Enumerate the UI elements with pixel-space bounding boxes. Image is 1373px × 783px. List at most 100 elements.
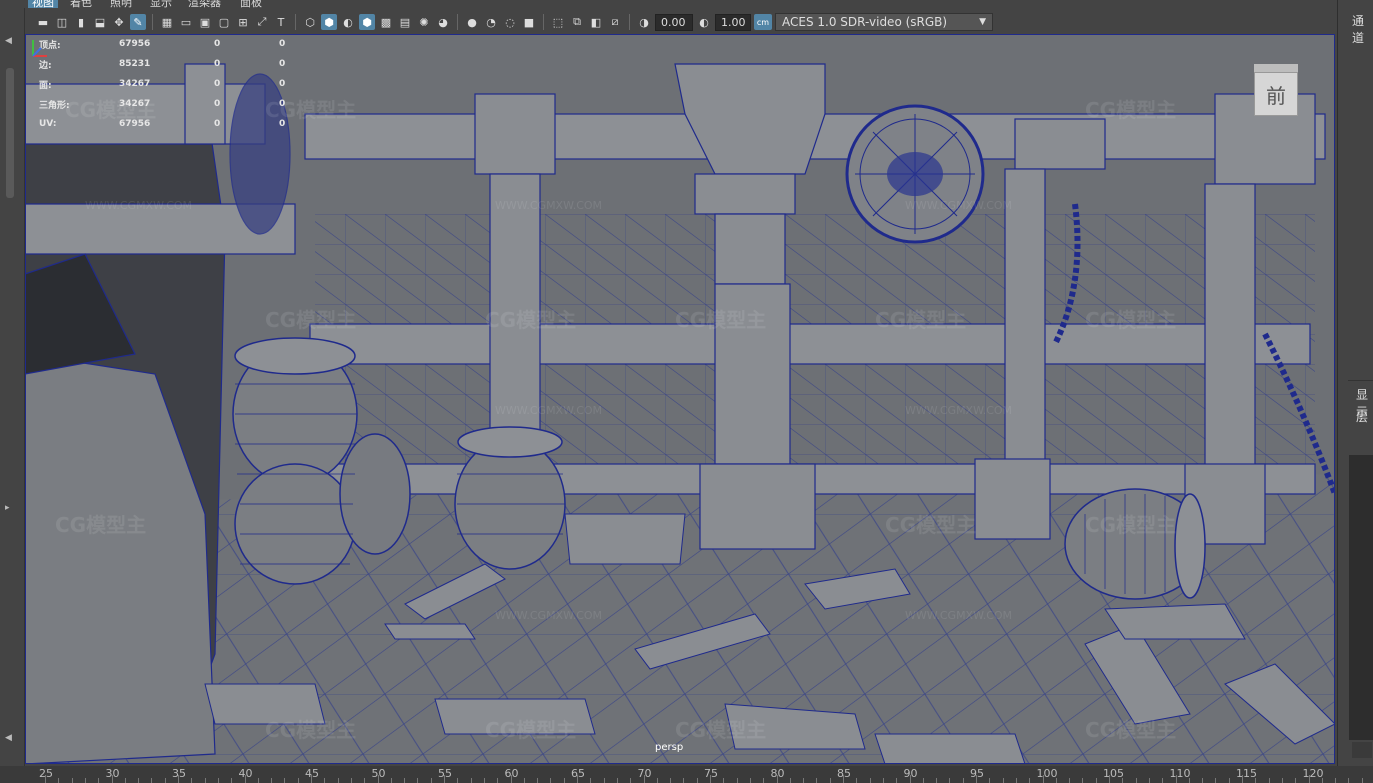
timeline-tick-mark bbox=[949, 778, 951, 783]
timeline-tick-mark bbox=[84, 778, 86, 783]
exposure-field[interactable]: 0.00 bbox=[655, 13, 693, 31]
film-gate-icon[interactable]: ▭ bbox=[178, 14, 194, 30]
anti-aliasing-icon[interactable]: ◌ bbox=[502, 14, 518, 30]
timeline-tick-label: 85 bbox=[837, 767, 851, 780]
menu-shading[interactable]: 着色 bbox=[70, 0, 92, 8]
wheel-shield bbox=[845, 104, 985, 244]
timeline-tick-mark bbox=[869, 778, 871, 783]
menu-bar: 视图 着色 照明 显示 渲染器 面板 bbox=[0, 0, 1337, 8]
hud-row-faces: 面: 34267 0 0 bbox=[39, 74, 319, 94]
camera-attributes-icon[interactable]: ◫ bbox=[54, 14, 70, 30]
timeline-tick-label: 40 bbox=[238, 767, 253, 780]
motion-blur-icon[interactable]: ◔ bbox=[483, 14, 499, 30]
timeline-tick-mark bbox=[1242, 775, 1243, 783]
timeline-tick-mark bbox=[111, 775, 113, 783]
image-plane-icon[interactable]: ⬓ bbox=[92, 14, 108, 30]
view-cube-front[interactable]: 前 bbox=[1254, 72, 1298, 116]
timeline-tick-mark bbox=[922, 778, 924, 783]
timeline-tick-label: 55 bbox=[438, 767, 452, 780]
hud-value: 0 bbox=[214, 59, 221, 69]
timeline-tick-mark bbox=[976, 775, 977, 783]
depth-of-field-icon[interactable]: ■ bbox=[521, 14, 537, 30]
timeline-tick-mark bbox=[1082, 778, 1084, 783]
hud-value: 0 bbox=[279, 59, 286, 69]
tab-channels[interactable]: 通道 bbox=[1352, 12, 1373, 46]
xray-icon[interactable]: ▩ bbox=[378, 14, 394, 30]
shadows-icon[interactable]: ◕ bbox=[435, 14, 451, 30]
smooth-shade-icon[interactable]: ⬢ bbox=[321, 14, 337, 30]
layer-label[interactable]: 层 bbox=[1356, 408, 1368, 425]
timeline-tick-mark bbox=[178, 775, 179, 783]
grid-icon[interactable]: ▦ bbox=[159, 14, 175, 30]
menu-show[interactable]: 显示 bbox=[150, 0, 172, 8]
timeline-tick-mark bbox=[444, 775, 445, 783]
timeline-tick-mark bbox=[829, 778, 831, 783]
view-cube-top[interactable] bbox=[1254, 64, 1298, 72]
timeline-tick-mark bbox=[1188, 778, 1190, 783]
timeline-tick-label: 115 bbox=[1236, 767, 1257, 780]
timeline-tick-mark bbox=[683, 778, 685, 783]
timeline-tick-mark bbox=[311, 775, 312, 783]
screen-space-ao-icon[interactable]: ● bbox=[464, 14, 480, 30]
wireframe-icon[interactable]: ⬡ bbox=[302, 14, 318, 30]
default-material-icon[interactable]: ◐ bbox=[340, 14, 356, 30]
hud-value: 34267 bbox=[119, 99, 151, 109]
exposure-icon[interactable]: ◑ bbox=[636, 14, 652, 30]
menu-renderer[interactable]: 渲染器 bbox=[188, 0, 221, 8]
menu-panels[interactable]: 面板 bbox=[240, 0, 262, 8]
timeline-tick-mark bbox=[882, 778, 884, 783]
2d-pan-icon[interactable]: ✥ bbox=[111, 14, 127, 30]
gamma-icon[interactable]: ◐ bbox=[696, 14, 712, 30]
textured-icon[interactable]: ▤ bbox=[397, 14, 413, 30]
toolbar-separator bbox=[543, 14, 544, 30]
timeline-tick-mark bbox=[138, 778, 140, 783]
layer-list[interactable] bbox=[1349, 455, 1373, 740]
hud-value: 0 bbox=[214, 39, 221, 49]
hud-value: 0 bbox=[214, 79, 221, 89]
expand-arrow-icon[interactable]: ▸ bbox=[5, 503, 10, 513]
timeline-tick-mark bbox=[231, 778, 233, 783]
3d-viewport[interactable]: 顶点: 67956 0 0 边: 85231 0 0 面: 34267 0 0 … bbox=[25, 34, 1335, 764]
timeline-tick-mark bbox=[470, 778, 472, 783]
timeline-tick-mark bbox=[1122, 778, 1124, 783]
grease-pencil-icon[interactable]: ✎ bbox=[130, 14, 146, 30]
collapse-arrow-icon[interactable]: ◀ bbox=[5, 733, 12, 743]
isolate-select-icon[interactable]: ⬚ bbox=[550, 14, 566, 30]
left-scrollbar[interactable] bbox=[6, 68, 14, 198]
gate-mask-icon[interactable]: ▢ bbox=[216, 14, 232, 30]
timeline-tick-mark bbox=[364, 778, 366, 783]
time-slider[interactable]: 25 30 35 40 45 50 55 60 65 70 75 80 85 90 95 100 105 110 1… bbox=[0, 766, 1373, 783]
menu-view[interactable]: 视图 bbox=[28, 0, 58, 8]
timeline-tick-mark bbox=[843, 775, 844, 783]
timeline-tick-label: 80 bbox=[770, 767, 785, 780]
safe-action-icon[interactable]: ⤢ bbox=[254, 14, 270, 30]
hud-value: 34267 bbox=[119, 79, 151, 89]
timeline-tick-mark bbox=[616, 778, 618, 783]
menu-lighting[interactable]: 照明 bbox=[110, 0, 132, 8]
timeline-tick-mark bbox=[1109, 775, 1110, 783]
timeline-tick-mark bbox=[457, 778, 459, 783]
safe-title-icon[interactable]: T bbox=[273, 14, 289, 30]
color-management-icon[interactable]: cm bbox=[754, 14, 772, 30]
hud-value: 0 bbox=[279, 79, 286, 89]
timeline-tick-mark bbox=[324, 778, 326, 783]
viewport-toolbar: ▬ ◫ ▮ ⬓ ✥ ✎ ▦ ▭ ▣ ▢ ⊞ ⤢ T ⬡ ⬢ ◐ ⬢ ▩ ▤ ✺ … bbox=[25, 10, 1337, 34]
timeline-tick-mark bbox=[896, 778, 898, 783]
field-chart-icon[interactable]: ⊞ bbox=[235, 14, 251, 30]
scroll-button[interactable] bbox=[1352, 742, 1372, 758]
colorspace-dropdown[interactable]: ACES 1.0 SDR-video (sRGB) ▼ bbox=[775, 13, 993, 31]
backface-icon[interactable]: ⧄ bbox=[607, 14, 623, 30]
bookmark-icon[interactable]: ▮ bbox=[73, 14, 89, 30]
camera-icon[interactable]: ▬ bbox=[35, 14, 51, 30]
collapse-arrow-icon[interactable]: ◀ bbox=[5, 36, 12, 46]
gamma-field[interactable]: 1.00 bbox=[715, 13, 751, 31]
xray-active-icon[interactable]: ◧ bbox=[588, 14, 604, 30]
xray-joints-icon[interactable]: ⧉ bbox=[569, 14, 585, 30]
channel-box-panel: 通道 显示 层 bbox=[1337, 0, 1373, 768]
view-cube[interactable]: 前 bbox=[1250, 64, 1300, 119]
timeline-tick-mark bbox=[510, 775, 512, 783]
wireframe-on-shaded-icon[interactable]: ⬢ bbox=[359, 14, 375, 30]
resolution-gate-icon[interactable]: ▣ bbox=[197, 14, 213, 30]
hud-value: 85231 bbox=[119, 59, 151, 69]
lights-icon[interactable]: ✺ bbox=[416, 14, 432, 30]
